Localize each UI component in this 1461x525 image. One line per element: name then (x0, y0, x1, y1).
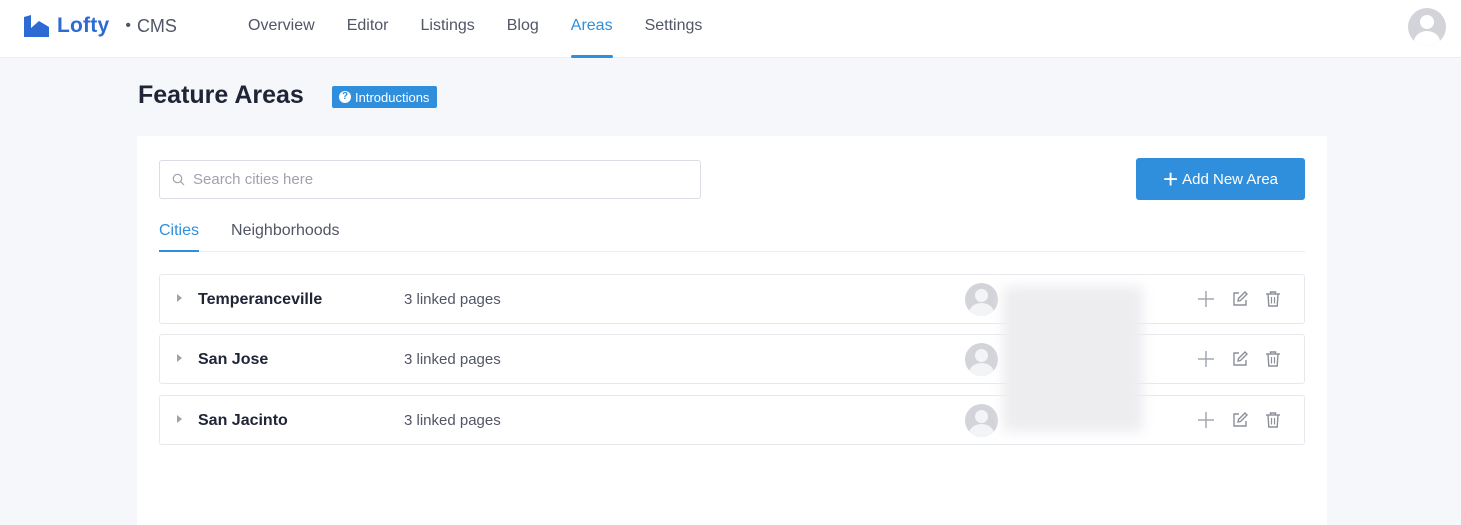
linked-pages-count: 3 linked pages (404, 291, 501, 308)
brand-product: CMS (136, 15, 177, 36)
area-tabs: Cities Neighborhoods (159, 220, 1305, 252)
add-new-area-label: Add New Area (1182, 170, 1279, 188)
add-page-icon[interactable] (1197, 290, 1215, 308)
area-name: San Jose (198, 351, 269, 368)
area-name: Temperanceville (198, 291, 323, 308)
area-owner-avatar-icon (965, 343, 998, 376)
caret-right-icon[interactable] (177, 294, 182, 302)
avatar-body (1414, 31, 1440, 46)
edit-icon[interactable] (1231, 411, 1249, 429)
add-new-area-button[interactable]: + Add New Area (1136, 158, 1305, 200)
tab-cities[interactable]: Cities (159, 220, 200, 252)
tab-neighborhoods[interactable]: Neighborhoods (231, 220, 340, 251)
nav-blog[interactable]: Blog (507, 0, 539, 58)
caret-right-icon[interactable] (177, 415, 182, 423)
trash-icon[interactable] (1264, 350, 1282, 368)
question-icon: ? (339, 91, 351, 103)
top-navigation: Lofty • CMS Overview Editor Listings Blo… (0, 0, 1461, 58)
lofty-logo-icon (24, 15, 49, 37)
avatar-head (1420, 15, 1434, 29)
brand-name: Lofty (57, 14, 110, 37)
nav-settings[interactable]: Settings (645, 0, 703, 58)
nav-listings[interactable]: Listings (420, 0, 474, 58)
trash-icon[interactable] (1264, 411, 1282, 429)
areas-card: + Add New Area Cities Neighborhoods Temp… (137, 136, 1327, 525)
area-owner-avatar-icon (965, 404, 998, 437)
brand[interactable]: Lofty • CMS (22, 13, 177, 39)
area-name: San Jacinto (198, 412, 288, 429)
redacted-owner-names (1003, 286, 1143, 432)
trash-icon[interactable] (1264, 290, 1282, 308)
area-owner-avatar-icon (965, 283, 998, 316)
brand-separator: • (125, 17, 131, 34)
introductions-label: Introductions (355, 89, 430, 105)
caret-right-icon[interactable] (177, 354, 182, 362)
add-page-icon[interactable] (1197, 350, 1215, 368)
page-title: Feature Areas (138, 81, 304, 109)
user-avatar-icon[interactable] (1408, 8, 1446, 46)
linked-pages-count: 3 linked pages (404, 351, 501, 368)
add-page-icon[interactable] (1197, 411, 1215, 429)
search-icon (172, 173, 185, 186)
edit-icon[interactable] (1231, 290, 1249, 308)
linked-pages-count: 3 linked pages (404, 412, 501, 429)
introductions-badge[interactable]: ? Introductions (332, 86, 438, 108)
main-nav: Overview Editor Listings Blog Areas Sett… (248, 0, 734, 58)
edit-icon[interactable] (1231, 350, 1249, 368)
nav-overview[interactable]: Overview (248, 0, 315, 58)
nav-editor[interactable]: Editor (347, 0, 389, 58)
nav-areas[interactable]: Areas (570, 0, 613, 58)
search-input[interactable] (193, 171, 673, 188)
search-box[interactable] (159, 160, 701, 199)
plus-icon: + (1162, 164, 1179, 194)
